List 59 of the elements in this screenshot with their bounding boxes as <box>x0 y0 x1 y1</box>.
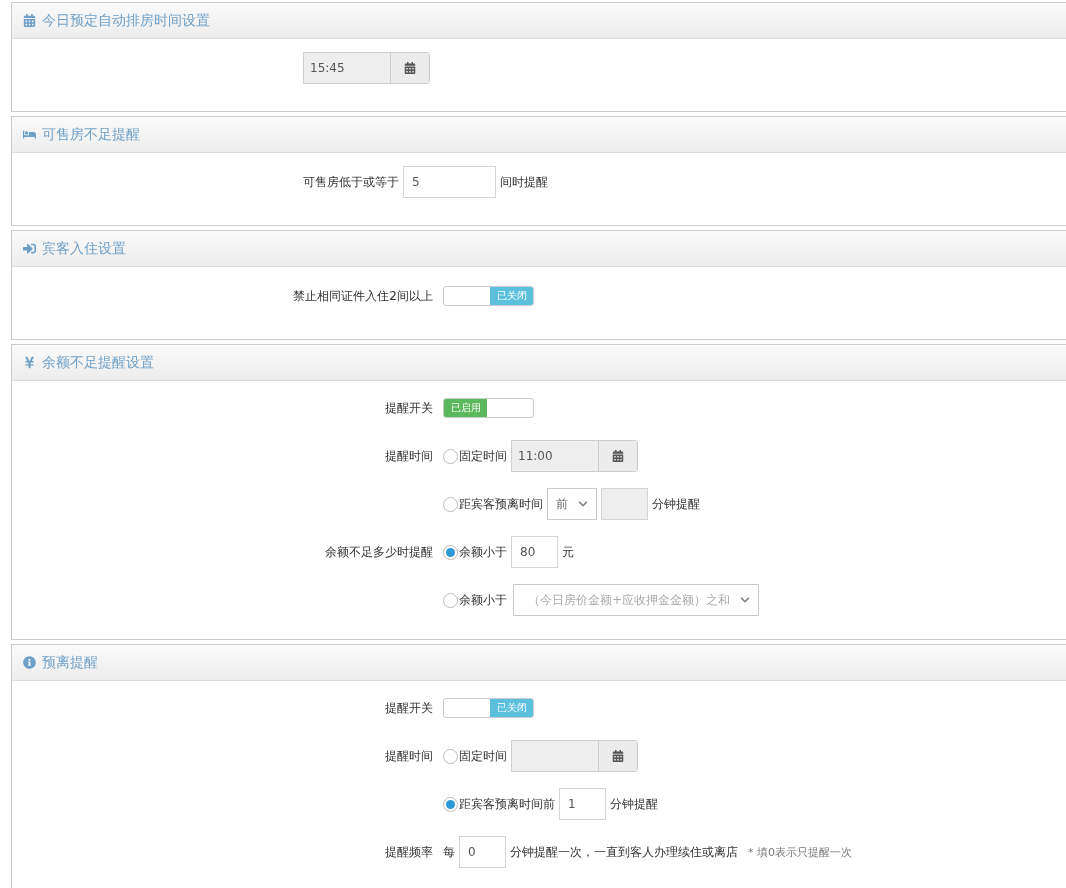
number-field[interactable]: 80 <box>511 536 558 568</box>
radio-option[interactable]: 固定时间 <box>443 747 507 765</box>
number-field[interactable]: 0 <box>459 836 506 868</box>
panel-title: 可售房不足提醒 <box>42 125 140 144</box>
text-label: 每 <box>443 843 455 861</box>
chevron-icon <box>740 595 751 605</box>
text-label: 分钟提醒 <box>610 795 658 813</box>
field-label: 提醒频率 <box>385 843 433 861</box>
info-icon <box>23 656 36 669</box>
number-field[interactable]: 5 <box>403 166 496 198</box>
text-label: 元 <box>562 543 574 561</box>
radio-button[interactable] <box>443 592 458 608</box>
radio-option[interactable]: 距宾客预离时间前 <box>443 795 555 813</box>
field-label: 提醒时间 <box>385 447 433 465</box>
radio-option[interactable]: 余额小于 <box>443 591 507 609</box>
time-picker[interactable]: 15:45 <box>303 52 430 84</box>
toggle-label: 已启用 <box>444 399 487 417</box>
calendar-button[interactable] <box>599 741 637 771</box>
calendar-icon <box>23 14 36 27</box>
toggle-label: 已关闭 <box>490 287 533 305</box>
time-field[interactable]: 11:00 <box>512 441 599 471</box>
radio-button[interactable] <box>443 496 458 512</box>
time-field[interactable] <box>512 741 599 771</box>
field-label: 提醒开关 <box>385 399 433 417</box>
hint-text: * 填0表示只提醒一次 <box>748 844 852 860</box>
sign-in-icon <box>23 242 36 255</box>
field-label: 禁止相同证件入住2间以上 <box>293 287 433 305</box>
radio-button[interactable] <box>443 748 458 764</box>
calendar-icon <box>404 62 416 74</box>
radio-option[interactable]: 固定时间 <box>443 447 507 465</box>
text-label: 分钟提醒 <box>652 495 700 513</box>
text-label: 分钟提醒一次，一直到客人办理续住或离店 <box>510 843 738 861</box>
radio-button[interactable] <box>443 448 458 464</box>
field-label: 提醒时间 <box>385 747 433 765</box>
panel-title: 今日预定自动排房时间设置 <box>42 11 210 30</box>
time-field[interactable]: 15:45 <box>304 53 391 83</box>
text-label: 间时提醒 <box>500 173 548 191</box>
field-label: 余额不足多少时提醒 <box>325 543 433 561</box>
chevron-icon <box>578 499 588 509</box>
calendar-button[interactable] <box>391 53 429 83</box>
field-label: 提醒开关 <box>385 699 433 717</box>
time-picker[interactable] <box>511 740 638 772</box>
panel-title: 宾客入住设置 <box>42 239 126 258</box>
calendar-button[interactable] <box>599 441 637 471</box>
calendar-icon <box>612 750 624 762</box>
radio-button[interactable] <box>443 796 458 812</box>
calendar-icon <box>612 450 624 462</box>
radio-option[interactable]: 余额小于 <box>443 543 507 561</box>
bed-icon <box>23 128 36 141</box>
dropdown[interactable]: 前 <box>547 488 597 520</box>
text-label: 可售房低于或等于 <box>303 173 399 191</box>
radio-option[interactable]: 距宾客预离时间 <box>443 495 543 513</box>
radio-button[interactable] <box>443 544 458 560</box>
number-field[interactable]: 1 <box>559 788 606 820</box>
panel-title: 余额不足提醒设置 <box>42 353 154 372</box>
time-picker[interactable]: 11:00 <box>511 440 638 472</box>
panel-title: 预离提醒 <box>42 653 98 672</box>
toggle-label: 已关闭 <box>490 699 533 717</box>
yen-icon <box>23 356 36 369</box>
